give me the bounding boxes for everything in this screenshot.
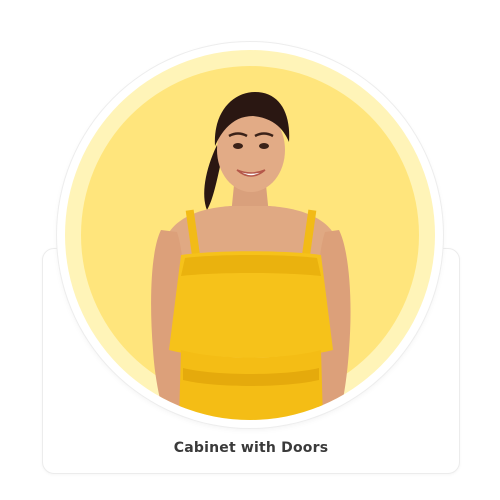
product-photo [151, 92, 351, 420]
top-ruffle-shade [181, 255, 321, 276]
right-eye [259, 143, 269, 149]
product-title[interactable]: Cabinet with Doors [42, 440, 460, 456]
product-image-frame[interactable] [65, 50, 435, 420]
product-tile[interactable]: Cabinet with Doors [0, 0, 500, 500]
left-eye [233, 143, 243, 149]
